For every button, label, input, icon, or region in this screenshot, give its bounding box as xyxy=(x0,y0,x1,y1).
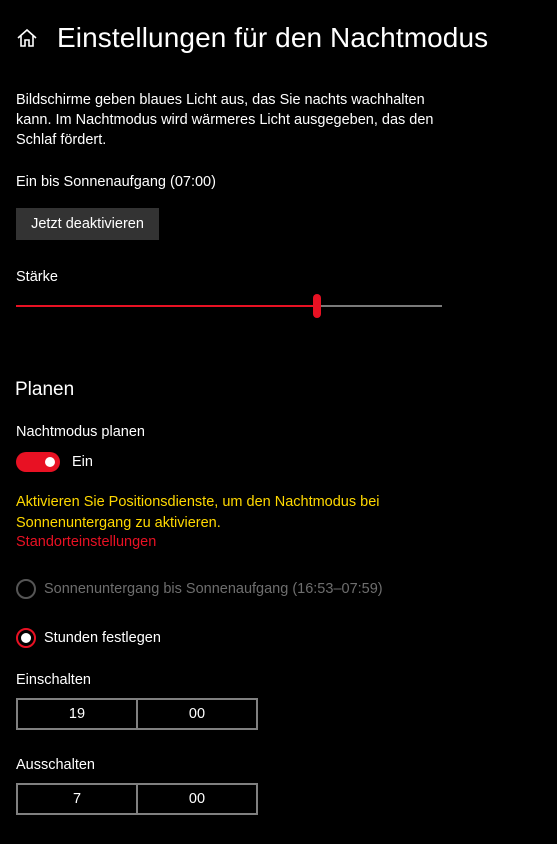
strength-label: Stärke xyxy=(16,269,58,285)
toggle-knob xyxy=(45,457,55,467)
radio-set-hours-label: Stunden festlegen xyxy=(44,630,161,646)
schedule-toggle-label: Nachtmodus planen xyxy=(16,424,145,440)
turn-off-label: Ausschalten xyxy=(16,757,95,773)
radio-set-hours[interactable] xyxy=(16,628,36,648)
location-settings-link[interactable]: Standorteinstellungen xyxy=(16,534,156,550)
night-light-description: Bildschirme geben blaues Licht aus, das … xyxy=(16,92,434,148)
status-text: Ein bis Sonnenaufgang (07:00) xyxy=(16,174,216,190)
radio-dot xyxy=(21,633,31,643)
slider-fill xyxy=(16,305,317,307)
schedule-toggle-row: Ein xyxy=(16,452,93,472)
radio-sunset-label: Sonnenuntergang bis Sonnenaufgang (16:53… xyxy=(44,581,383,597)
turn-off-minute[interactable]: 00 xyxy=(136,785,256,813)
schedule-toggle[interactable] xyxy=(16,452,60,472)
deactivate-now-button[interactable]: Jetzt deaktivieren xyxy=(16,208,159,240)
turn-off-hour[interactable]: 7 xyxy=(18,785,136,813)
page-title: Einstellungen für den Nachtmodus xyxy=(57,22,489,53)
radio-hours-row[interactable]: Stunden festlegen xyxy=(16,628,161,648)
radio-sunset-row[interactable]: Sonnenuntergang bis Sonnenaufgang (16:53… xyxy=(16,579,383,599)
radio-sunset[interactable] xyxy=(16,579,36,599)
home-icon[interactable] xyxy=(16,27,38,49)
turn-on-label: Einschalten xyxy=(16,672,91,688)
turn-on-minute[interactable]: 00 xyxy=(136,700,256,728)
turn-on-hour[interactable]: 19 xyxy=(18,700,136,728)
toggle-state-text: Ein xyxy=(72,454,93,470)
header: Einstellungen für den Nachtmodus xyxy=(16,18,488,58)
turn-off-time-picker[interactable]: 7 00 xyxy=(16,783,258,815)
schedule-section-title: Planen xyxy=(15,379,75,400)
slider-thumb[interactable] xyxy=(312,294,321,318)
location-warning: Aktivieren Sie Positionsdienste, um den … xyxy=(16,494,380,531)
strength-slider[interactable] xyxy=(16,294,442,318)
turn-on-time-picker[interactable]: 19 00 xyxy=(16,698,258,730)
